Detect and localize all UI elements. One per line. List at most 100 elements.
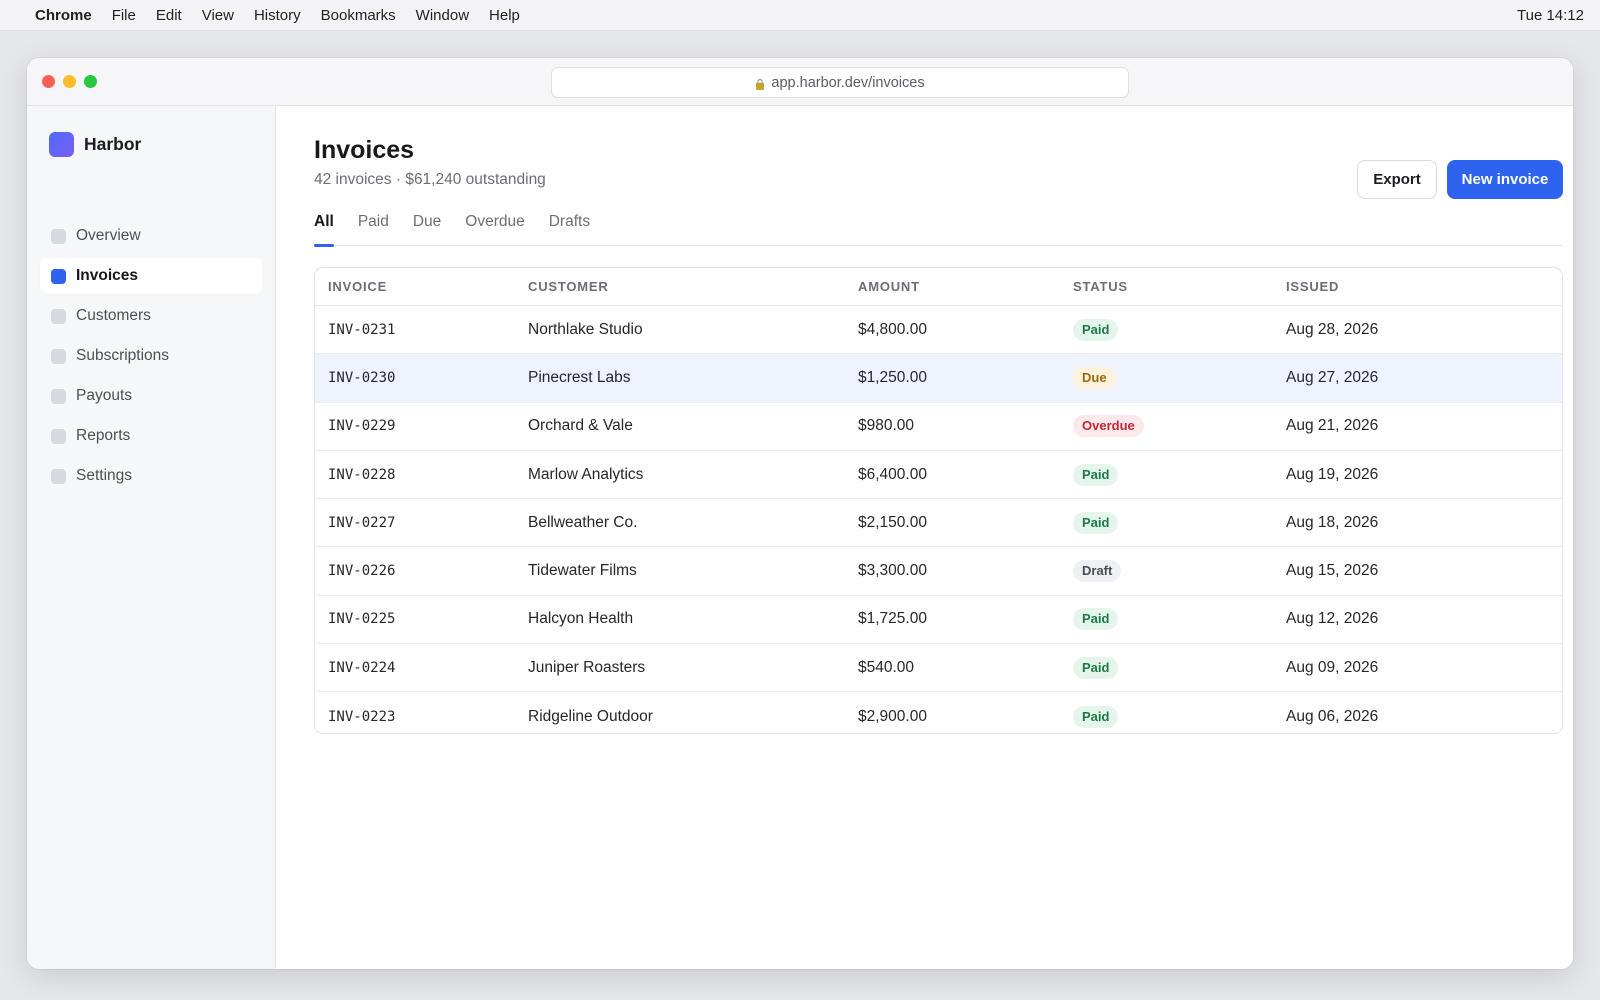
tab-due[interactable]: Due — [413, 213, 441, 246]
close-window-button[interactable] — [42, 75, 55, 88]
customer-name: Tidewater Films — [528, 562, 637, 580]
main-content: Invoices 42 invoices · $61,240 outstandi… — [277, 106, 1573, 969]
macos-menu-bar: Chrome File Edit View History Bookmarks … — [0, 0, 1600, 31]
menu-bookmarks[interactable]: Bookmarks — [321, 7, 396, 24]
sidebar-item-label: Customers — [76, 307, 151, 324]
status-badge: Paid — [1073, 318, 1119, 341]
status-badge: Draft — [1073, 560, 1122, 583]
issued-date: Aug 06, 2026 — [1286, 707, 1379, 725]
customer-name: Halcyon Health — [528, 610, 634, 628]
invoice-number: INV-0225 — [328, 611, 396, 628]
invoice-number: INV-0229 — [328, 418, 396, 435]
invoice-number: INV-0228 — [328, 466, 396, 483]
table-row[interactable]: INV-0223 Ridgeline Outdoor $2,900.00 Pai… — [315, 692, 1562, 733]
table-row[interactable]: INV-0230 Pinecrest Labs $1,250.00 Due Au… — [315, 354, 1562, 403]
issued-date: Aug 19, 2026 — [1286, 465, 1379, 483]
menu-file[interactable]: File — [112, 7, 136, 24]
status-cell: Paid — [1073, 644, 1119, 691]
customer-name: Ridgeline Outdoor — [528, 707, 653, 725]
minimize-window-button[interactable] — [63, 75, 76, 88]
tab-paid[interactable]: Paid — [358, 213, 389, 246]
address-bar[interactable]: app.harbor.dev/invoices — [551, 67, 1129, 98]
table-row[interactable]: INV-0228 Marlow Analytics $6,400.00 Paid… — [315, 451, 1562, 500]
zoom-window-button[interactable] — [84, 75, 97, 88]
nav-item-icon — [51, 468, 66, 484]
status-cell: Overdue — [1073, 403, 1144, 450]
sidebar-item-label: Settings — [76, 467, 133, 484]
status-cell: Paid — [1073, 692, 1119, 733]
menu-items: Chrome File Edit View History Bookmarks … — [35, 7, 540, 24]
invoice-amount: $3,300.00 — [858, 562, 927, 580]
table-row[interactable]: INV-0227 Bellweather Co. $2,150.00 Paid … — [315, 499, 1562, 548]
page-title: Invoices — [314, 136, 415, 164]
lock-icon — [756, 78, 765, 90]
issued-date: Aug 28, 2026 — [1286, 320, 1379, 338]
status-badge: Paid — [1073, 511, 1119, 534]
column-header-status[interactable]: STATUS — [1073, 268, 1128, 305]
sidebar-item-settings[interactable]: Settings — [40, 458, 263, 494]
table-row[interactable]: INV-0224 Juniper Roasters $540.00 Paid A… — [315, 644, 1562, 693]
sidebar-item-overview[interactable]: Overview — [40, 218, 263, 254]
invoice-amount: $6,400.00 — [858, 465, 927, 483]
invoice-amount: $2,900.00 — [858, 707, 927, 725]
tab-overdue[interactable]: Overdue — [465, 213, 524, 246]
status-badge: Paid — [1073, 705, 1119, 728]
new-invoice-button[interactable]: New invoice — [1447, 160, 1563, 199]
harbor-logo-icon — [49, 132, 74, 157]
nav-item-icon — [51, 428, 66, 444]
tab-all[interactable]: All — [314, 213, 334, 247]
issued-date: Aug 18, 2026 — [1286, 513, 1379, 531]
invoice-amount: $4,800.00 — [858, 320, 927, 338]
sidebar-item-label: Subscriptions — [76, 347, 170, 364]
nav-item-icon — [51, 388, 66, 404]
menu-window[interactable]: Window — [416, 7, 469, 24]
invoices-table: INVOICE CUSTOMER AMOUNT STATUS ISSUED IN… — [314, 267, 1563, 734]
invoice-number: INV-0224 — [328, 659, 396, 676]
menu-edit[interactable]: Edit — [156, 7, 182, 24]
status-badge: Due — [1073, 366, 1116, 389]
menu-app-chrome[interactable]: Chrome — [35, 7, 92, 24]
issued-date: Aug 21, 2026 — [1286, 417, 1379, 435]
status-badge: Paid — [1073, 463, 1119, 486]
sidebar-item-label: Payouts — [76, 387, 133, 404]
column-header-amount[interactable]: AMOUNT — [858, 268, 920, 305]
column-header-customer[interactable]: CUSTOMER — [528, 268, 609, 305]
address-bar-url: app.harbor.dev/invoices — [771, 74, 925, 91]
tab-drafts[interactable]: Drafts — [549, 213, 590, 246]
sidebar-item-subscriptions[interactable]: Subscriptions — [40, 338, 263, 374]
status-badge: Paid — [1073, 656, 1119, 679]
nav-item-icon — [51, 308, 66, 324]
sidebar-item-payouts[interactable]: Payouts — [40, 378, 263, 414]
status-badge: Paid — [1073, 608, 1119, 631]
status-badge: Overdue — [1073, 415, 1144, 438]
menu-clock[interactable]: Tue 14:12 — [1517, 7, 1584, 24]
table-row[interactable]: INV-0231 Northlake Studio $4,800.00 Paid… — [315, 306, 1562, 355]
customer-name: Northlake Studio — [528, 320, 643, 338]
status-cell: Due — [1073, 354, 1116, 401]
invoice-number: INV-0231 — [328, 321, 396, 338]
invoice-amount: $2,150.00 — [858, 513, 927, 531]
brand[interactable]: Harbor — [49, 132, 141, 157]
issued-date: Aug 09, 2026 — [1286, 658, 1379, 676]
column-header-invoice[interactable]: INVOICE — [328, 268, 387, 305]
table-row[interactable]: INV-0229 Orchard & Vale $980.00 Overdue … — [315, 403, 1562, 451]
sidebar-item-reports[interactable]: Reports — [40, 418, 263, 454]
sidebar-item-label: Overview — [76, 227, 141, 244]
table-row[interactable]: INV-0225 Halcyon Health $1,725.00 Paid A… — [315, 596, 1562, 645]
menu-view[interactable]: View — [202, 7, 234, 24]
sidebar-item-customers[interactable]: Customers — [40, 298, 263, 334]
export-button[interactable]: Export — [1357, 160, 1437, 199]
invoice-amount: $540.00 — [858, 658, 915, 676]
invoice-amount: $1,725.00 — [858, 610, 927, 628]
menu-help[interactable]: Help — [489, 7, 520, 24]
table-header: INVOICE CUSTOMER AMOUNT STATUS ISSUED — [315, 268, 1562, 306]
issued-date: Aug 27, 2026 — [1286, 368, 1379, 386]
invoice-amount: $980.00 — [858, 417, 915, 435]
sidebar-nav: Overview Invoices Customers Subscription… — [40, 218, 263, 498]
sidebar-item-invoices[interactable]: Invoices — [40, 258, 263, 294]
issued-date: Aug 12, 2026 — [1286, 610, 1379, 628]
menu-history[interactable]: History — [254, 7, 301, 24]
invoice-number: INV-0226 — [328, 563, 396, 580]
column-header-issued[interactable]: ISSUED — [1286, 268, 1339, 305]
table-row[interactable]: INV-0226 Tidewater Films $3,300.00 Draft… — [315, 547, 1562, 596]
